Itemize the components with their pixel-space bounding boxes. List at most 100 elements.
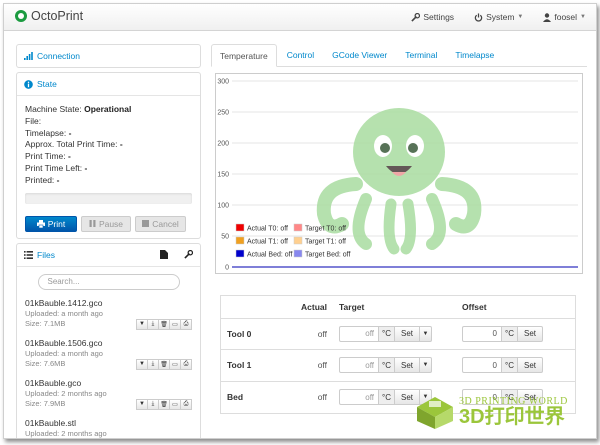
pause-icon [89, 220, 96, 228]
y-tick-label: 300 [217, 79, 229, 86]
files-panel: Files Search... 01kBauble.1412.gco Uploa… [16, 242, 201, 438]
state-title: State [37, 79, 57, 89]
file-row: Size: 7.6MB ▼ ⤓ 🗑 ▭ ⎙ [25, 358, 192, 370]
unit-label: °C [502, 357, 518, 374]
offset-cell: 0 °C Set [456, 349, 575, 381]
target-input[interactable]: off [339, 325, 379, 342]
tab-temperature[interactable]: Temperature [211, 44, 277, 67]
files-search-input[interactable]: Search... [37, 273, 180, 290]
file-name: 01kBauble.gco [25, 377, 82, 388]
user-icon [543, 12, 552, 22]
system-menu[interactable]: System ▼ [474, 12, 523, 22]
file-actions: ▼ ⤓ 🗑 ▭ ⎙ [136, 358, 192, 370]
nav-right: Settings System ▼ foosel ▼ [411, 12, 586, 22]
state-header[interactable]: State [17, 73, 200, 95]
printer-icon [36, 219, 45, 228]
chart-legend: Actual T0: off Target T0: off Actual T1: o… [235, 223, 350, 259]
connection-header[interactable]: Connection [17, 45, 200, 67]
list-icon [24, 250, 33, 259]
connection-panel: Connection [16, 44, 201, 68]
octopus-watermark [316, 108, 482, 255]
y-tick-label: 150 [217, 172, 229, 179]
set-offset-button[interactable]: Set [517, 325, 543, 342]
octoprint-window: OctoPrint Settings System ▼ foosel ▼ Con [3, 3, 597, 439]
row-label: Bed [221, 380, 285, 413]
file-row: Size: 7.1MB ▼ ⤓ 🗑 ▭ ⎙ [25, 318, 192, 330]
pause-button[interactable]: Pause [81, 215, 131, 232]
chevron-down-icon[interactable]: ▼ [420, 357, 432, 374]
file-line: File: [25, 115, 42, 126]
legend-swatch [235, 249, 245, 258]
file-uploaded: Uploaded: 2 months ago [25, 428, 107, 438]
state-body: Machine State: Operational File: Timelap… [17, 95, 200, 238]
legend-label: Target Bed: off [305, 252, 350, 259]
chevron-down-icon[interactable]: ▼ [420, 325, 432, 342]
legend-swatch [293, 249, 303, 258]
file-uploaded: Uploaded: 2 months ago [25, 388, 107, 398]
print-progress-bar [25, 192, 192, 204]
target-input[interactable]: off [339, 357, 379, 374]
brand[interactable]: OctoPrint [15, 9, 83, 23]
y-tick-label: 50 [221, 234, 229, 241]
target-cell: off °C Set ▼ [333, 317, 456, 350]
unit-label: °C [379, 389, 395, 405]
settings-menu[interactable]: Settings [411, 12, 454, 22]
temperature-plot: 0 50 100 150 200 250 300 Actual T0: off Target … [215, 73, 583, 274]
timelapse-line: Timelapse: - [25, 127, 72, 138]
unit-label: °C [502, 325, 518, 342]
header-target: Target [333, 296, 456, 319]
file-size: Size: 7.1MB [25, 319, 66, 329]
files-header: Files [17, 244, 200, 266]
chevron-down-icon: ▼ [517, 14, 524, 20]
set-target-button[interactable]: Set [394, 325, 420, 342]
files-title-toggle[interactable]: Files [24, 250, 55, 260]
target-input[interactable]: off [339, 389, 379, 405]
tab-gcode-viewer[interactable]: GCode Viewer [324, 44, 395, 66]
offset-input[interactable]: 0 [462, 357, 502, 374]
legend-swatch [235, 236, 245, 245]
file-item[interactable]: 01kBauble.1412.gco Uploaded: a month ago… [17, 298, 200, 330]
load-and-print-button[interactable]: ⎙ [180, 358, 192, 370]
file-name: 01kBauble.stl [25, 417, 77, 428]
file-item[interactable]: 01kBauble.stl Uploaded: 2 months ago [17, 417, 200, 438]
files-body: Search... 01kBauble.1412.gco Uploaded: a… [17, 265, 200, 438]
temp-row-tool1: Tool 1 off off °C Set ▼ 0 °C Set [221, 349, 575, 381]
files-tools [160, 250, 193, 260]
row-label: Tool 1 [221, 349, 285, 381]
print-button[interactable]: Print [25, 215, 77, 232]
set-offset-button[interactable]: Set [517, 357, 543, 374]
wrench-icon[interactable] [184, 250, 193, 259]
target-cell: off °C Set ▼ [333, 349, 456, 381]
system-label: System [486, 12, 515, 22]
load-and-print-button[interactable]: ⎙ [180, 398, 192, 410]
file-icon[interactable] [160, 250, 168, 260]
unit-label: °C [379, 325, 395, 342]
time-left-line: Print Time Left: - [25, 162, 88, 173]
legend-label: Actual T1: off [247, 239, 288, 246]
print-time-line: Print Time: - [25, 151, 71, 162]
file-name: 01kBauble.1506.gco [25, 337, 103, 348]
set-target-button[interactable]: Set [394, 357, 420, 374]
temperature-chart: 0 50 100 150 200 250 300 Actual T0: off Target … [217, 79, 578, 272]
tab-bar: Temperature Control GCode Viewer Termina… [211, 44, 587, 67]
legend-label: Target T1: off [305, 239, 346, 246]
header-offset: Offset [456, 296, 575, 319]
file-row: Size: 7.9MB ▼ ⤓ 🗑 ▭ ⎙ [25, 398, 192, 410]
file-size: Size: 7.9MB [25, 399, 66, 409]
connection-title: Connection [37, 51, 81, 61]
chevron-down-icon: ▼ [580, 14, 586, 20]
state-panel: State Machine State: Operational File: T… [16, 72, 201, 239]
tab-terminal[interactable]: Terminal [397, 44, 445, 66]
user-menu[interactable]: foosel ▼ [543, 12, 586, 22]
cancel-button[interactable]: Cancel [135, 215, 186, 232]
tab-timelapse[interactable]: Timelapse [447, 44, 502, 66]
legend-label: Actual T0: off [247, 226, 288, 233]
offset-input[interactable]: 0 [462, 325, 502, 342]
load-and-print-button[interactable]: ⎙ [180, 318, 192, 330]
file-item[interactable]: 01kBauble.1506.gco Uploaded: a month ago… [17, 338, 200, 370]
temp-row-tool0: Tool 0 off off °C Set ▼ 0 °C Set [221, 317, 575, 350]
tab-control[interactable]: Control [279, 44, 322, 66]
printed-line: Printed: - [25, 174, 60, 185]
octoprint-logo-icon [15, 10, 27, 22]
file-item[interactable]: 01kBauble.gco Uploaded: 2 months ago Siz… [17, 378, 200, 410]
